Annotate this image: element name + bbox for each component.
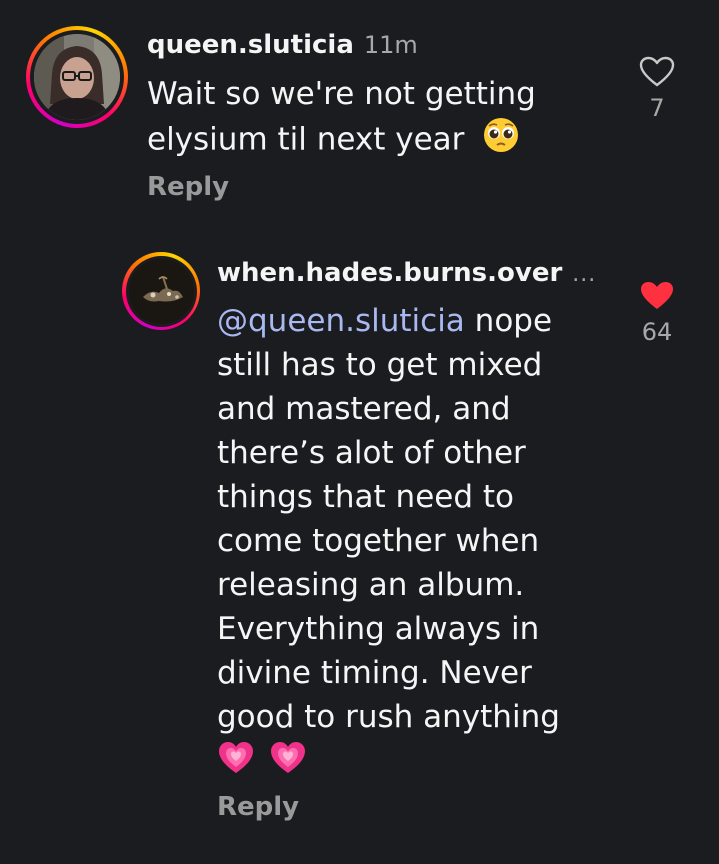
comments-thread: queen.sluticia 11m Wait so we're not get…	[0, 0, 719, 864]
like-control: 7	[627, 56, 687, 122]
like-count: 64	[641, 318, 673, 346]
reply-button[interactable]: Reply	[217, 792, 299, 822]
comment-line: Everything always in	[217, 611, 540, 647]
like-count: 7	[649, 94, 665, 122]
mention-link[interactable]: @queen.sluticia	[217, 303, 465, 339]
timestamp: 11m	[363, 31, 418, 59]
username[interactable]: queen.sluticia	[147, 30, 354, 60]
avatar	[34, 34, 120, 120]
comment-line: releasing an album.	[217, 567, 525, 603]
comment-line: and mastered, and	[217, 391, 511, 427]
username[interactable]: when.hades.burns.over	[217, 258, 562, 288]
pleading-face-emoji-icon	[482, 116, 520, 166]
person-avatar-icon	[34, 34, 120, 120]
heart-outline-icon[interactable]	[639, 56, 675, 88]
comment-first-line: @queen.sluticia nope	[217, 299, 560, 343]
comment-line: good to rush anything	[217, 699, 560, 735]
comment-text: Wait so we're not getting elysium til ne…	[147, 72, 536, 166]
comment-line: Wait so we're not getting	[147, 76, 536, 112]
more-options-icon[interactable]: ...	[572, 262, 596, 287]
comment-line: still has to get mixed	[217, 347, 543, 383]
comment-line: things that need to	[217, 479, 514, 515]
comment-line: come together when	[217, 523, 540, 559]
avatar	[128, 258, 194, 324]
reply-button[interactable]: Reply	[147, 172, 229, 202]
heart-filled-icon[interactable]	[639, 280, 675, 312]
comment-line: elysium til next year	[147, 121, 465, 158]
comment-emoji-line	[217, 739, 560, 787]
comment-queen-sluticia: queen.sluticia 11m Wait so we're not get…	[0, 0, 719, 230]
comment-when-hades-burns-over: when.hades.burns.over ... @queen.slutici…	[0, 230, 719, 864]
heartbeat-heart-emoji-icon	[269, 739, 307, 789]
heartbeat-heart-emoji-icon	[217, 739, 255, 789]
comment-line-with-emoji: elysium til next year	[147, 116, 536, 166]
comment-line: nope	[464, 303, 553, 339]
comment-line: divine timing. Never	[217, 655, 532, 691]
comment-line: there’s alot of other	[217, 435, 526, 471]
like-control: 64	[627, 280, 687, 346]
comment-text: @queen.sluticia nope still has to get mi…	[217, 299, 560, 787]
avatar-story-ring[interactable]	[26, 26, 128, 128]
avatar-story-ring[interactable]	[122, 252, 200, 330]
album-art-avatar-icon	[128, 258, 194, 324]
